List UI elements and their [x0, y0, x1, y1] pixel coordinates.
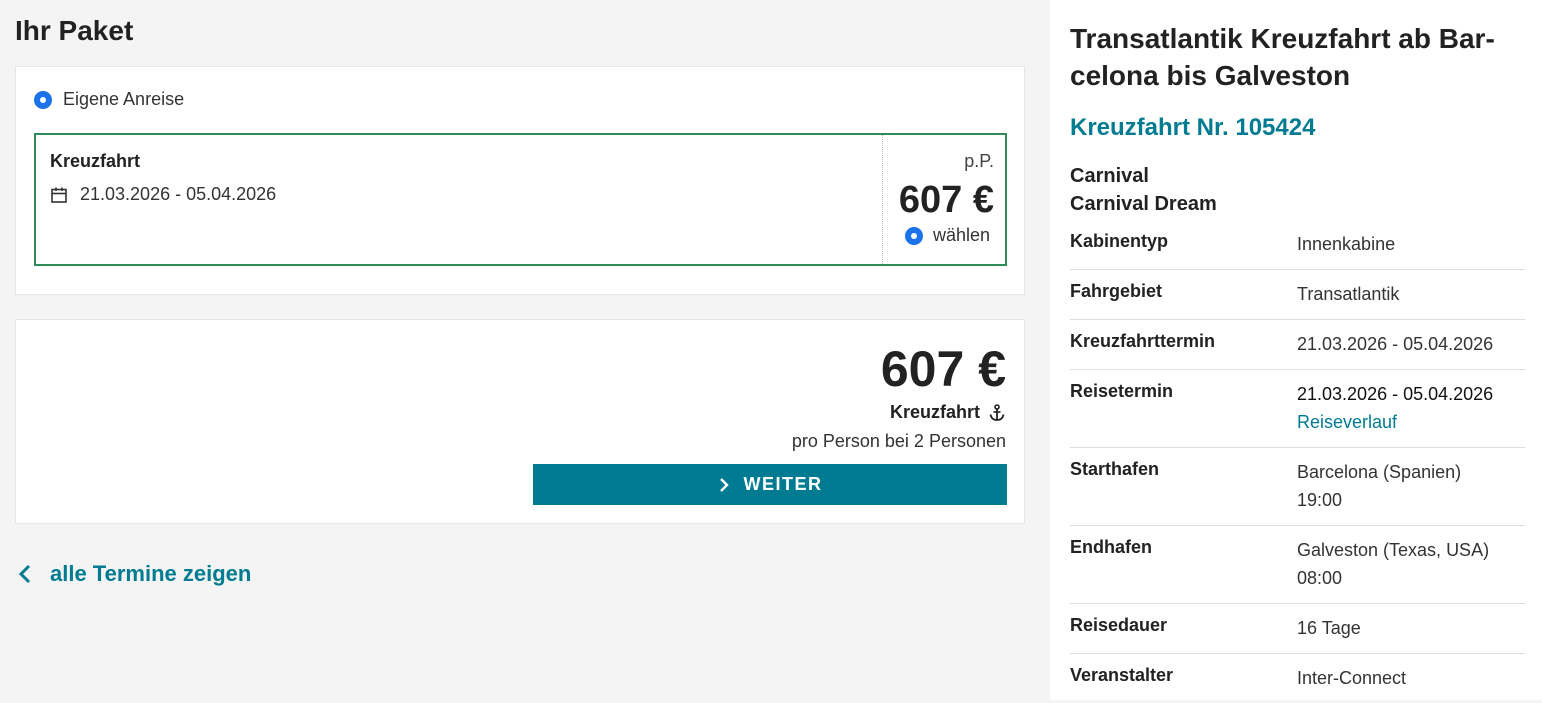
itinerary-link[interactable]: Reiseverlauf [1297, 408, 1493, 436]
details-value: 21.03.2026 - 05.04.2026 Reiseverlauf [1297, 380, 1493, 436]
select-radio[interactable] [904, 226, 923, 245]
arrival-time: 08:00 [1297, 568, 1343, 588]
package-column: Ihr Paket Eigene Anreise Kreuzfahrt 21.0… [0, 0, 1050, 700]
carrier-info: Carnival Carnival Dream [1070, 162, 1217, 218]
cruise-offer[interactable]: Kreuzfahrt 21.03.2026 - 05.04.2026 p.P. … [34, 133, 1007, 266]
details-row-reisedauer: Reisedauer 16 Tage [1070, 604, 1525, 654]
arrival-option[interactable]: Eigene Anreise [34, 89, 184, 110]
cruise-title: Transatlantik Kreuzfahrt ab Bar-celona b… [1070, 23, 1495, 91]
arrival-option-label: Eigene Anreise [63, 89, 185, 109]
offer-dates: 21.03.2026 - 05.04.2026 [50, 184, 276, 205]
total-subtext: pro Person bei 2 Personen [791, 431, 1006, 451]
calendar-icon [51, 187, 67, 203]
details-row-veranstalter: Veranstalter Inter-Connect [1070, 654, 1525, 703]
total-price: 607 € [880, 341, 1006, 397]
details-label: Reisedauer [1070, 615, 1168, 635]
details-value: Inter-Connect [1297, 668, 1407, 688]
offer-name: Kreuzfahrt [50, 151, 141, 171]
details-row-endhafen: Endhafen Galveston (Texas, USA) 08:00 [1070, 526, 1525, 604]
details-value: 16 Tage [1297, 618, 1361, 638]
details-panel: Transatlantik Kreuzfahrt ab Bar-celona b… [1050, 0, 1542, 700]
offer-price-box: p.P. 607 € wählen [882, 135, 1006, 264]
arrival-radio[interactable] [34, 90, 52, 109]
details-value: Innenkabine [1297, 234, 1396, 254]
per-person-label: p.P. [964, 151, 994, 171]
details-label: Veranstalter [1070, 665, 1174, 685]
departure-time: 19:00 [1297, 490, 1343, 510]
arrival-port: Galveston (Texas, USA) [1297, 540, 1490, 560]
show-all-dates-link[interactable]: alle Termine zeigen [18, 561, 251, 587]
page-title: Ihr Paket [15, 15, 134, 46]
details-label: Kabinentyp [1070, 231, 1169, 251]
summary-card: 607 € Kreuzfahrt pro Person bei 2 Person… [15, 319, 1025, 524]
continue-button[interactable]: WEITER [533, 464, 1007, 505]
package-card: Eigene Anreise Kreuzfahrt 21.03.2026 - 0… [15, 66, 1025, 295]
total-label: Kreuzfahrt [890, 402, 1006, 423]
continue-button-label: WEITER [743, 474, 823, 494]
ship-name: Carnival Dream [1070, 193, 1217, 215]
details-row-kreuzfahrttermin: Kreuzfahrttermin 21.03.2026 - 05.04.2026 [1070, 320, 1525, 370]
travel-date-value: 21.03.2026 - 05.04.2026 [1297, 384, 1494, 404]
details-value: Galveston (Texas, USA) 08:00 [1297, 536, 1489, 592]
carrier-name: Carnival [1070, 165, 1149, 187]
chevron-right-icon [719, 477, 729, 492]
select-offer[interactable]: wählen [904, 225, 990, 246]
offer-date-range: 21.03.2026 - 05.04.2026 [80, 184, 277, 204]
show-all-dates-label: alle Termine zeigen [50, 561, 252, 586]
details-label: Reisetermin [1070, 381, 1174, 401]
details-label: Fahrgebiet [1070, 281, 1163, 301]
details-row-reisetermin: Reisetermin 21.03.2026 - 05.04.2026 Reis… [1070, 370, 1525, 448]
details-table: Kabinentyp Innenkabine Fahrgebiet Transa… [1070, 220, 1525, 703]
details-row-starthafen: Starthafen Barcelona (Spanien) 19:00 [1070, 448, 1525, 526]
offer-info: Kreuzfahrt 21.03.2026 - 05.04.2026 [50, 151, 276, 205]
cruise-number: Kreuzfahrt Nr. 105424 [1070, 114, 1316, 141]
details-label: Kreuzfahrttermin [1070, 331, 1216, 351]
anchor-icon [989, 403, 1005, 421]
details-label: Endhafen [1070, 537, 1153, 557]
offer-price: 607 € [898, 179, 994, 221]
select-label: wählen [932, 225, 990, 245]
total-label-text: Kreuzfahrt [889, 402, 980, 422]
details-value: Transatlantik [1297, 284, 1400, 304]
details-value: Barcelona (Spanien) 19:00 [1297, 458, 1461, 514]
chevron-left-icon [18, 564, 31, 584]
details-value: 21.03.2026 - 05.04.2026 [1297, 334, 1494, 354]
details-label: Starthafen [1070, 459, 1160, 479]
details-row-fahrgebiet: Fahrgebiet Transatlantik [1070, 270, 1525, 320]
details-row-kabinentyp: Kabinentyp Innenkabine [1070, 220, 1525, 270]
departure-port: Barcelona (Spanien) [1297, 462, 1462, 482]
